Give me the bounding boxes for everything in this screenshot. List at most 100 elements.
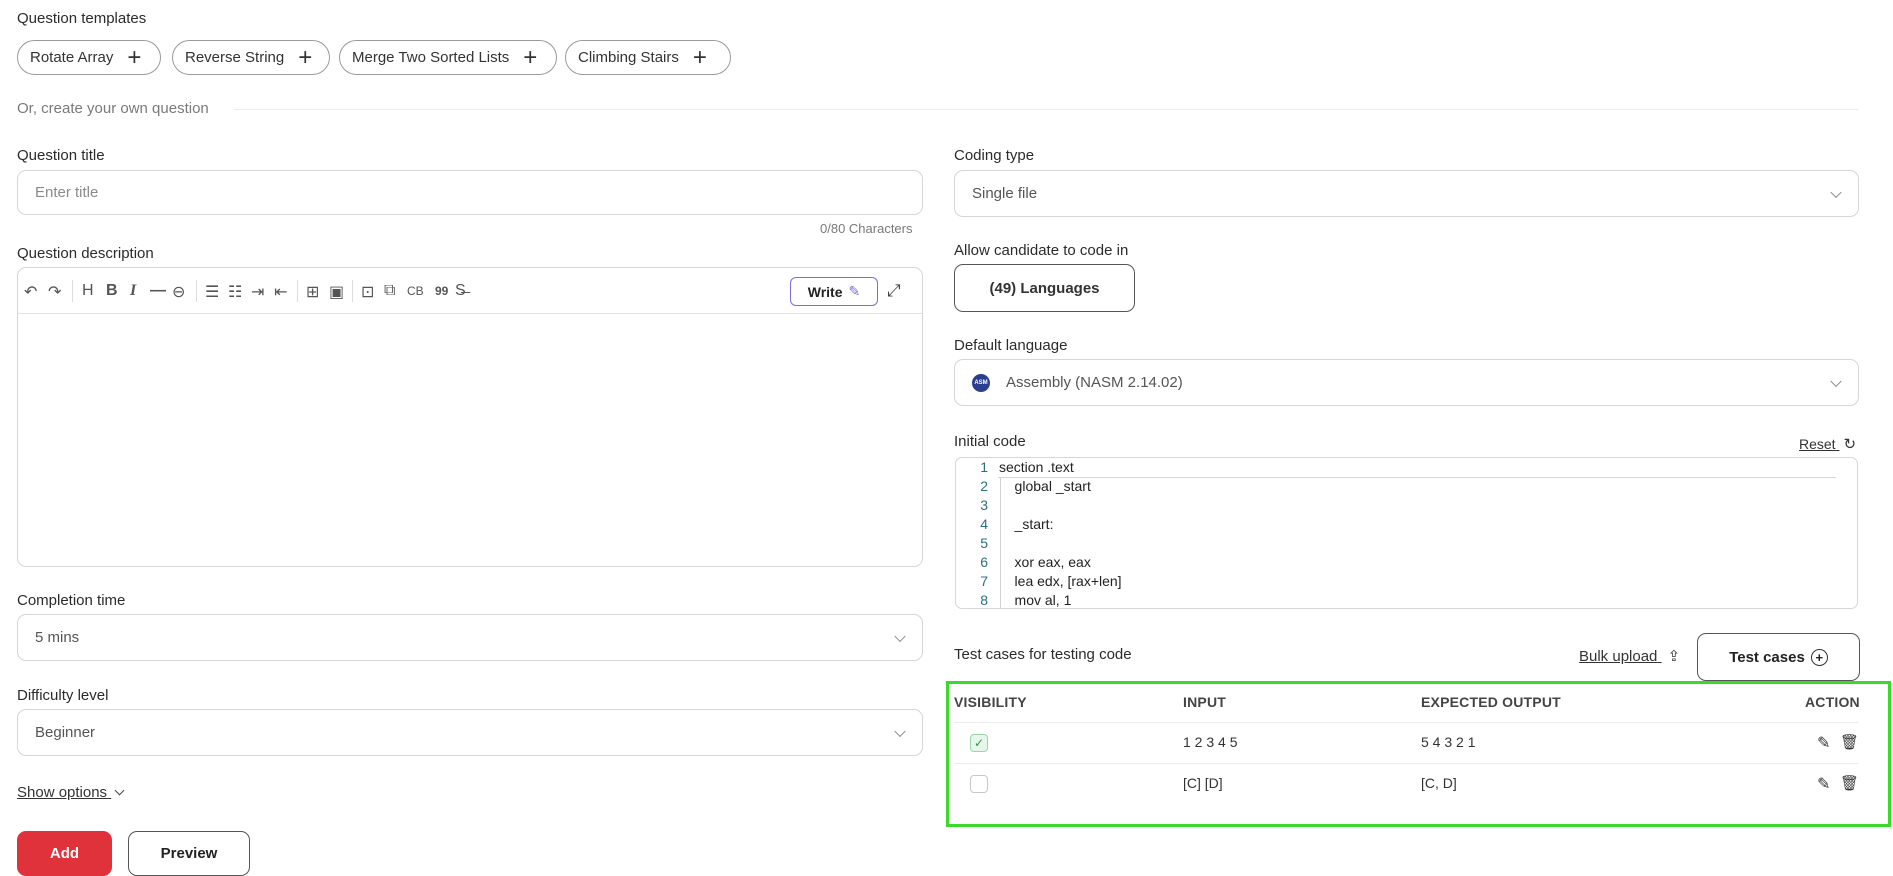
visibility-checkbox-unchecked[interactable] xyxy=(970,775,988,793)
languages-button[interactable]: (49) Languages xyxy=(954,264,1135,312)
code-line: _start: xyxy=(999,516,1054,532)
test-expected-output: [C, D] xyxy=(1421,775,1457,791)
initial-code-label: Initial code xyxy=(954,433,1026,450)
edit-icon[interactable]: ✎ xyxy=(1817,733,1830,753)
chevron-down-icon xyxy=(1830,375,1842,387)
coding-type-label: Coding type xyxy=(954,147,1035,164)
column-header-input: INPUT xyxy=(1183,694,1226,710)
completion-time-label: Completion time xyxy=(17,592,126,609)
toolbar-separator xyxy=(297,280,298,302)
add-button[interactable]: Add xyxy=(17,831,112,876)
description-editor xyxy=(17,267,923,567)
show-options-link[interactable]: Show options xyxy=(17,784,125,801)
question-title-label: Question title xyxy=(17,147,105,164)
plus-icon: + xyxy=(523,43,538,71)
test-expected-output: 5 4 3 2 1 xyxy=(1421,734,1476,750)
line-number: 5 xyxy=(980,535,988,551)
chip-label: Climbing Stairs xyxy=(578,49,679,66)
divider-line xyxy=(234,109,1859,110)
column-header-expected-output: EXPECTED OUTPUT xyxy=(1421,694,1561,710)
toolbar-separator xyxy=(352,280,353,302)
magic-pencil-icon: ✎ xyxy=(848,283,861,299)
chip-label: Merge Two Sorted Lists xyxy=(352,49,510,66)
coding-type-select[interactable]: Single file xyxy=(954,170,1859,217)
default-language-value: Assembly (NASM 2.14.02) xyxy=(1006,374,1183,391)
template-chip-rotate-array[interactable]: Rotate Array + xyxy=(17,40,161,75)
line-number: 2 xyxy=(980,478,988,494)
outdent-icon[interactable]: ⇤ xyxy=(274,282,287,302)
table-icon[interactable]: ⊞ xyxy=(306,282,319,302)
redo-icon[interactable]: ↷ xyxy=(48,282,61,302)
fullscreen-icon[interactable]: ⤢ xyxy=(887,281,901,301)
horizontal-rule-icon[interactable]: — xyxy=(150,282,166,300)
coding-type-value: Single file xyxy=(972,185,1038,202)
reset-link[interactable]: Reset ↻ xyxy=(1799,435,1856,453)
trash-icon[interactable]: 🗑 xyxy=(1840,733,1859,751)
preview-button[interactable]: Preview xyxy=(128,831,250,876)
test-cases-button-label: Test cases xyxy=(1729,648,1805,666)
chip-label: Reverse String xyxy=(185,49,285,66)
italic-icon[interactable]: I xyxy=(130,282,136,300)
line-number: 6 xyxy=(980,554,988,570)
bulk-upload-link[interactable]: Bulk upload ⇪ xyxy=(1579,647,1680,665)
allow-languages-label: Allow candidate to code in xyxy=(954,242,1129,259)
column-header-visibility: VISIBILITY xyxy=(954,694,1027,710)
add-circle-icon: + xyxy=(1810,648,1828,666)
copy-icon[interactable]: ⧉ xyxy=(384,282,395,300)
plus-icon: + xyxy=(127,43,142,71)
trash-icon[interactable]: 🗑 xyxy=(1840,774,1859,792)
line-number: 7 xyxy=(980,573,988,589)
show-options-label: Show options xyxy=(17,784,108,801)
plus-icon: + xyxy=(298,43,313,71)
difficulty-select[interactable]: Beginner xyxy=(17,709,923,756)
code-line: mov al, 1 xyxy=(999,592,1072,608)
toolbar-separator xyxy=(72,280,73,302)
test-cases-label: Test cases for testing code xyxy=(954,646,1132,663)
ordered-list-icon[interactable]: ☰ xyxy=(205,282,219,302)
visibility-checkbox-checked[interactable]: ✓ xyxy=(970,734,988,752)
chevron-down-icon xyxy=(894,630,906,642)
completion-time-value: 5 mins xyxy=(35,629,80,646)
bullet-list-icon[interactable]: ☷ xyxy=(228,282,242,302)
default-language-label: Default language xyxy=(954,337,1068,354)
heading-icon[interactable]: H xyxy=(82,282,94,300)
completion-time-select[interactable]: 5 mins xyxy=(17,614,923,661)
edit-icon[interactable]: ✎ xyxy=(1817,774,1830,794)
write-button[interactable]: Write ✎ xyxy=(790,277,878,306)
code-lines: section .text global _start _start: xor … xyxy=(999,458,1849,608)
test-input: 1 2 3 4 5 xyxy=(1183,734,1238,750)
line-number: 8 xyxy=(980,592,988,608)
line-number: 3 xyxy=(980,497,988,513)
code-editor[interactable]: 1 2 3 4 5 6 7 8 section .text global _st… xyxy=(955,457,1858,609)
test-input: [C] [D] xyxy=(1183,775,1223,791)
strikethrough-icon[interactable]: S̶ xyxy=(455,282,466,300)
question-title-input[interactable]: Enter title xyxy=(17,170,923,215)
table-row: ✓ 1 2 3 4 5 5 4 3 2 1 ✎ 🗑 xyxy=(954,723,1859,763)
column-header-action: ACTION xyxy=(1805,694,1860,710)
code-block-icon[interactable]: CB xyxy=(407,284,424,298)
difficulty-value: Beginner xyxy=(35,724,96,741)
chip-label: Rotate Array xyxy=(30,49,114,66)
default-language-select[interactable]: ASM Assembly (NASM 2.14.02) xyxy=(954,359,1859,406)
link-icon[interactable]: ⊖ xyxy=(172,282,185,302)
code-line: global _start xyxy=(999,478,1091,494)
template-chip-reverse-string[interactable]: Reverse String + xyxy=(172,40,330,75)
toolbar-separator xyxy=(196,280,197,302)
description-textarea[interactable] xyxy=(18,314,922,566)
chevron-down-icon xyxy=(894,725,906,737)
bulk-upload-label: Bulk upload xyxy=(1579,648,1658,665)
undo-icon[interactable]: ↶ xyxy=(24,282,37,302)
template-chip-merge-two-sorted-lists[interactable]: Merge Two Sorted Lists + xyxy=(339,40,557,75)
image-icon[interactable]: ▣ xyxy=(329,282,344,302)
bold-icon[interactable]: B xyxy=(106,282,118,300)
template-chip-climbing-stairs[interactable]: Climbing Stairs + xyxy=(565,40,731,75)
code-line: lea edx, [rax+len] xyxy=(999,573,1122,589)
chevron-down-icon xyxy=(114,785,125,796)
line-gutter: 1 2 3 4 5 6 7 8 xyxy=(956,458,996,608)
quote-icon[interactable]: 99 xyxy=(435,284,448,298)
chevron-down-icon xyxy=(1830,186,1842,198)
test-cases-button[interactable]: Test cases + xyxy=(1697,633,1860,681)
templates-heading: Question templates xyxy=(17,10,147,27)
code-icon[interactable]: ⊡ xyxy=(361,282,374,302)
indent-icon[interactable]: ⇥ xyxy=(251,282,264,302)
